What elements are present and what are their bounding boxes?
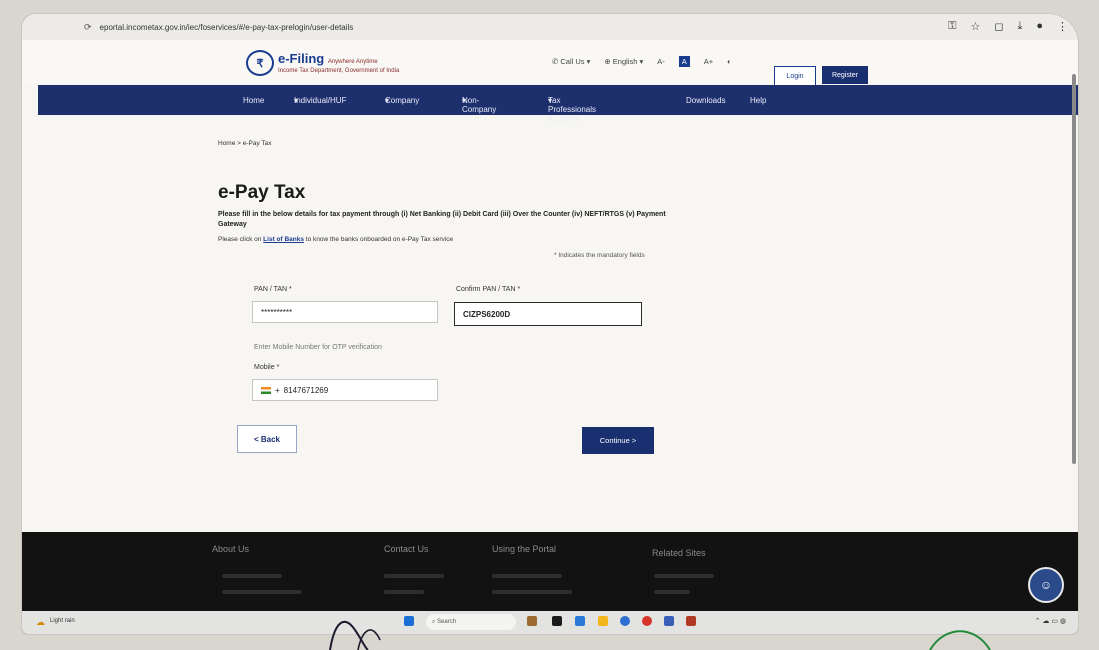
nav-item-tax-professionals-label: Tax Professionals & Others [548, 95, 597, 123]
font-normal-button[interactable]: A [678, 56, 690, 67]
star-icon[interactable]: ☆ [970, 20, 980, 33]
logo-sub: Income Tax Department, Government of Ind… [278, 67, 400, 74]
footer-link[interactable] [654, 590, 690, 594]
weather-label[interactable]: Light rain [50, 618, 75, 624]
footer-contact-us[interactable]: Contact Us [384, 544, 429, 554]
efiling-logo[interactable]: ₹ e-Filing Anywhere Anytime Income Tax D… [246, 50, 399, 76]
breadcrumb[interactable]: Home > e-Pay Tax [218, 140, 272, 147]
register-button[interactable]: Register [822, 66, 868, 84]
mobile-label: Mobile * [254, 364, 280, 371]
edge-icon[interactable] [575, 616, 585, 626]
nav-item-tax-professionals[interactable]: Tax Professionals & Others ▾ [548, 96, 596, 123]
pan-input[interactable]: ********** [252, 301, 438, 323]
taskbar-search-label: Search [437, 619, 457, 625]
browser-toolbar-icons: ⚿ ☆ ◻ ⤓ ● ⋮ [948, 20, 1068, 33]
nav-item-home[interactable]: Home [243, 96, 264, 105]
pan-label: PAN / TAN * [254, 286, 292, 293]
task-view-icon[interactable] [552, 616, 562, 626]
login-button[interactable]: Login [774, 66, 816, 86]
taskbar-search[interactable]: ⌕ Search [426, 614, 516, 630]
contrast-icon[interactable]: ◐ [727, 57, 732, 66]
back-button[interactable]: < Back [237, 425, 297, 453]
footer-link[interactable] [222, 574, 282, 578]
footer-using-portal[interactable]: Using the Portal [492, 544, 556, 554]
file-explorer-icon[interactable] [598, 616, 608, 626]
download-icon[interactable]: ⤓ [1017, 20, 1022, 33]
footer-link[interactable] [384, 590, 424, 594]
page-title: e-Pay Tax [218, 182, 306, 203]
font-large-button[interactable]: A+ [704, 57, 713, 66]
nav-item-non-company-label: Non-Company [462, 95, 497, 114]
footer-link[interactable] [222, 590, 302, 594]
logo-name: e-Filing [278, 50, 325, 66]
footer-link[interactable] [492, 590, 572, 594]
page-scrollbar[interactable] [1072, 74, 1076, 464]
screen: ⟳ eportal.incometax.gov.in/iec/foservice… [22, 14, 1078, 634]
profile-icon[interactable]: ● [1036, 20, 1043, 33]
confirm-pan-label: Confirm PAN / TAN * [456, 286, 521, 293]
call-us-label: Call Us [560, 57, 585, 66]
store-icon[interactable] [664, 616, 674, 626]
nav-item-company-label: Company [385, 95, 420, 105]
chatbot-avatar[interactable]: ☺ [1028, 567, 1064, 603]
confirm-pan-input[interactable]: CIZPS6200D [454, 302, 642, 326]
logo-tagline: Anywhere Anytime [327, 58, 378, 65]
footer-link[interactable] [384, 574, 444, 578]
country-code[interactable]: + [275, 386, 280, 395]
font-small-button[interactable]: A- [657, 57, 665, 66]
reload-icon[interactable]: ⟳ [84, 22, 92, 33]
call-us-menu[interactable]: ✆ Call Us ▾ [552, 57, 590, 66]
banks-note: Please click on List of Banks to know th… [218, 236, 453, 243]
emblem-icon: ₹ [246, 50, 274, 76]
chrome-icon[interactable] [620, 616, 630, 626]
green-ink-circle [929, 630, 991, 650]
nav-item-individual-label: Individual/HUF [294, 95, 347, 105]
main-navbar: Home Individual/HUF ▾ Company ▾ Non-Comp… [38, 85, 1078, 123]
system-tray[interactable]: ⌃ ☁ ▭ ◍ [1035, 617, 1066, 625]
banks-suffix: to know the banks onboarded on e-Pay Tax… [305, 236, 454, 243]
widgets-icon[interactable] [527, 616, 537, 626]
nav-item-company[interactable]: Company ▾ [385, 96, 419, 105]
language-label: English [612, 57, 638, 66]
site-header: ₹ e-Filing Anywhere Anytime Income Tax D… [22, 40, 1078, 84]
extensions-icon[interactable]: ◻ [994, 20, 1003, 33]
mobile-input[interactable]: 8147671269 [284, 386, 329, 395]
app-icon[interactable] [686, 616, 696, 626]
banks-prefix: Please click on [218, 236, 262, 243]
start-icon[interactable] [404, 616, 414, 626]
footer-related-sites[interactable]: Related Sites [652, 548, 706, 558]
nav-item-help[interactable]: Help [750, 96, 766, 105]
language-menu[interactable]: ⊕ English ▾ [604, 57, 643, 66]
mandatory-note: * Indicates the mandatory fields [554, 252, 645, 259]
continue-button[interactable]: Continue > [582, 427, 654, 454]
nav-item-downloads[interactable]: Downloads [686, 96, 726, 105]
footer-link[interactable] [492, 574, 562, 578]
mobile-hint: Enter Mobile Number for OTP verification [254, 344, 382, 351]
globe-icon: ⊕ [604, 57, 613, 66]
nav-item-non-company[interactable]: Non-Company ▾ [462, 96, 496, 114]
list-of-banks-link[interactable]: List of Banks [263, 236, 304, 243]
india-flag-icon[interactable] [261, 386, 271, 394]
header-links: ✆ Call Us ▾ ⊕ English ▾ A- A A+ ◐ [552, 56, 732, 67]
url-text[interactable]: eportal.incometax.gov.in/iec/foservices/… [100, 23, 354, 32]
footer-about-us[interactable]: About Us [212, 544, 249, 554]
key-icon[interactable]: ⚿ [948, 20, 956, 33]
footer-link[interactable] [654, 574, 714, 578]
browser-address-bar: ⟳ eportal.incometax.gov.in/iec/foservice… [22, 14, 1078, 40]
weather-icon[interactable]: ☁ [36, 617, 45, 628]
mobile-field[interactable]: + 8147671269 [252, 379, 438, 401]
nav-item-individual[interactable]: Individual/HUF ▾ [294, 96, 346, 105]
windows-taskbar: ☁ Light rain ⌕ Search ⌃ ☁ ▭ ◍ [22, 611, 1078, 634]
menu-icon[interactable]: ⋮ [1057, 20, 1068, 33]
page-description: Please fill in the below details for tax… [218, 211, 666, 228]
app-icon[interactable] [642, 616, 652, 626]
